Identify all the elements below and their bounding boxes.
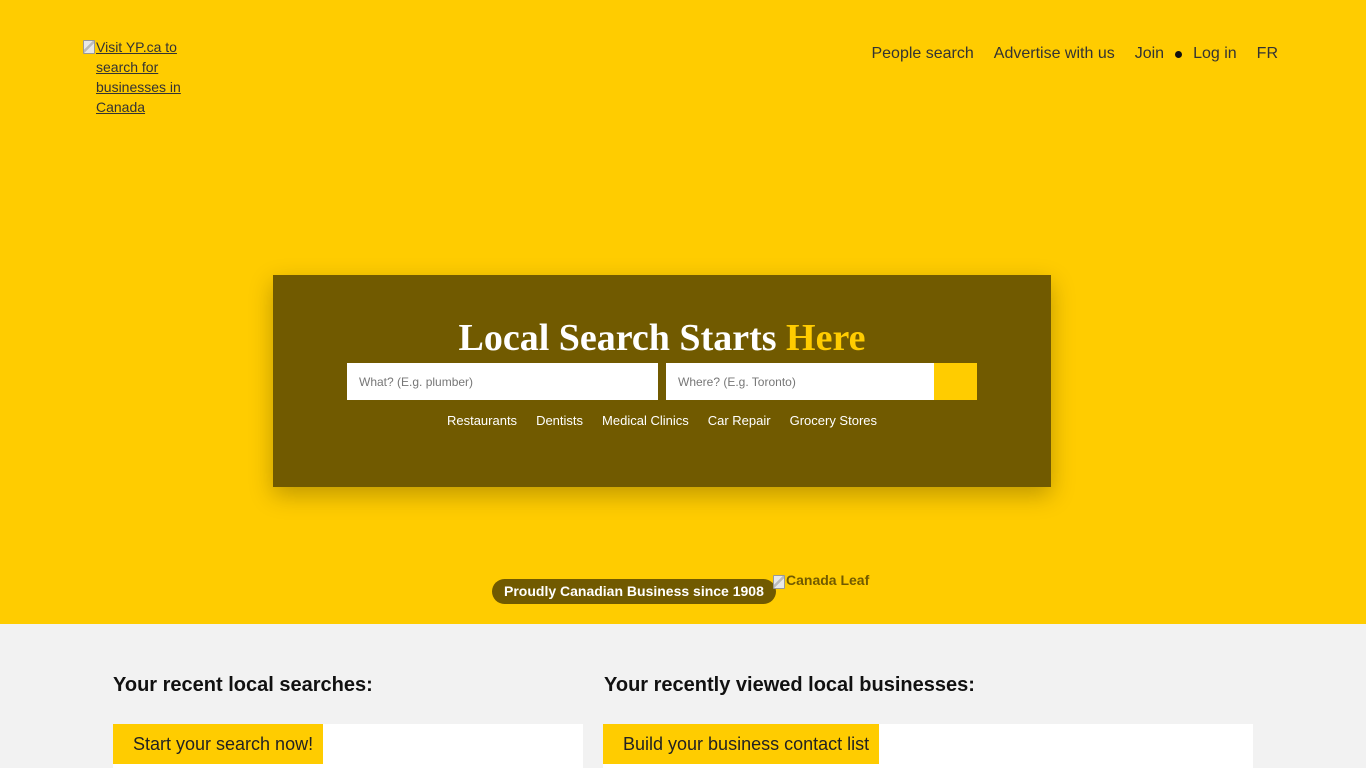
what-search-input[interactable] bbox=[347, 363, 658, 400]
recently-viewed-panel: Build your business contact list bbox=[603, 724, 1253, 768]
login-link[interactable]: Log in bbox=[1193, 44, 1237, 64]
quick-search-links: Restaurants Dentists Medical Clinics Car… bbox=[273, 413, 1051, 429]
language-toggle-link[interactable]: FR bbox=[1257, 44, 1278, 64]
quick-link-medical-clinics[interactable]: Medical Clinics bbox=[602, 413, 689, 429]
nav-separator-dot bbox=[1175, 50, 1183, 58]
search-button[interactable] bbox=[934, 363, 977, 400]
proudly-canadian-badge: Proudly Canadian Business since 1908 bbox=[492, 579, 776, 604]
broken-image-icon bbox=[773, 575, 785, 589]
recent-searches-panel: Start your search now! bbox=[113, 724, 583, 768]
quick-link-car-repair[interactable]: Car Repair bbox=[708, 413, 771, 429]
search-heading: Local Search Starts Here bbox=[273, 317, 1051, 359]
hero-section: Visit YP.ca to search for businesses in … bbox=[0, 0, 1366, 624]
search-heading-main: Local Search Starts bbox=[458, 317, 777, 359]
where-search-input[interactable] bbox=[666, 363, 934, 400]
canada-leaf-image: Canada Leaf bbox=[773, 572, 869, 589]
join-link[interactable]: Join bbox=[1135, 44, 1164, 64]
search-panel: Local Search Starts Here Restaurants Den… bbox=[273, 275, 1051, 487]
quick-link-dentists[interactable]: Dentists bbox=[536, 413, 583, 429]
logo-alt-text: Visit YP.ca to search for businesses in … bbox=[96, 39, 181, 115]
search-heading-accent: Here bbox=[786, 317, 866, 359]
quick-link-restaurants[interactable]: Restaurants bbox=[447, 413, 517, 429]
top-navigation: People search Advertise with us Join Log… bbox=[871, 44, 1278, 64]
people-search-link[interactable]: People search bbox=[871, 44, 973, 64]
start-search-button[interactable]: Start your search now! bbox=[113, 724, 324, 764]
quick-link-grocery-stores[interactable]: Grocery Stores bbox=[790, 413, 877, 429]
recent-searches-heading: Your recent local searches: bbox=[113, 674, 373, 696]
build-contact-list-button[interactable]: Build your business contact list bbox=[603, 724, 880, 764]
recently-viewed-heading: Your recently viewed local businesses: bbox=[604, 674, 975, 696]
canada-leaf-alt-text: Canada Leaf bbox=[786, 572, 870, 588]
broken-image-icon bbox=[83, 40, 95, 54]
yp-logo-link[interactable]: Visit YP.ca to search for businesses in … bbox=[83, 37, 193, 117]
advertise-link[interactable]: Advertise with us bbox=[994, 44, 1115, 64]
